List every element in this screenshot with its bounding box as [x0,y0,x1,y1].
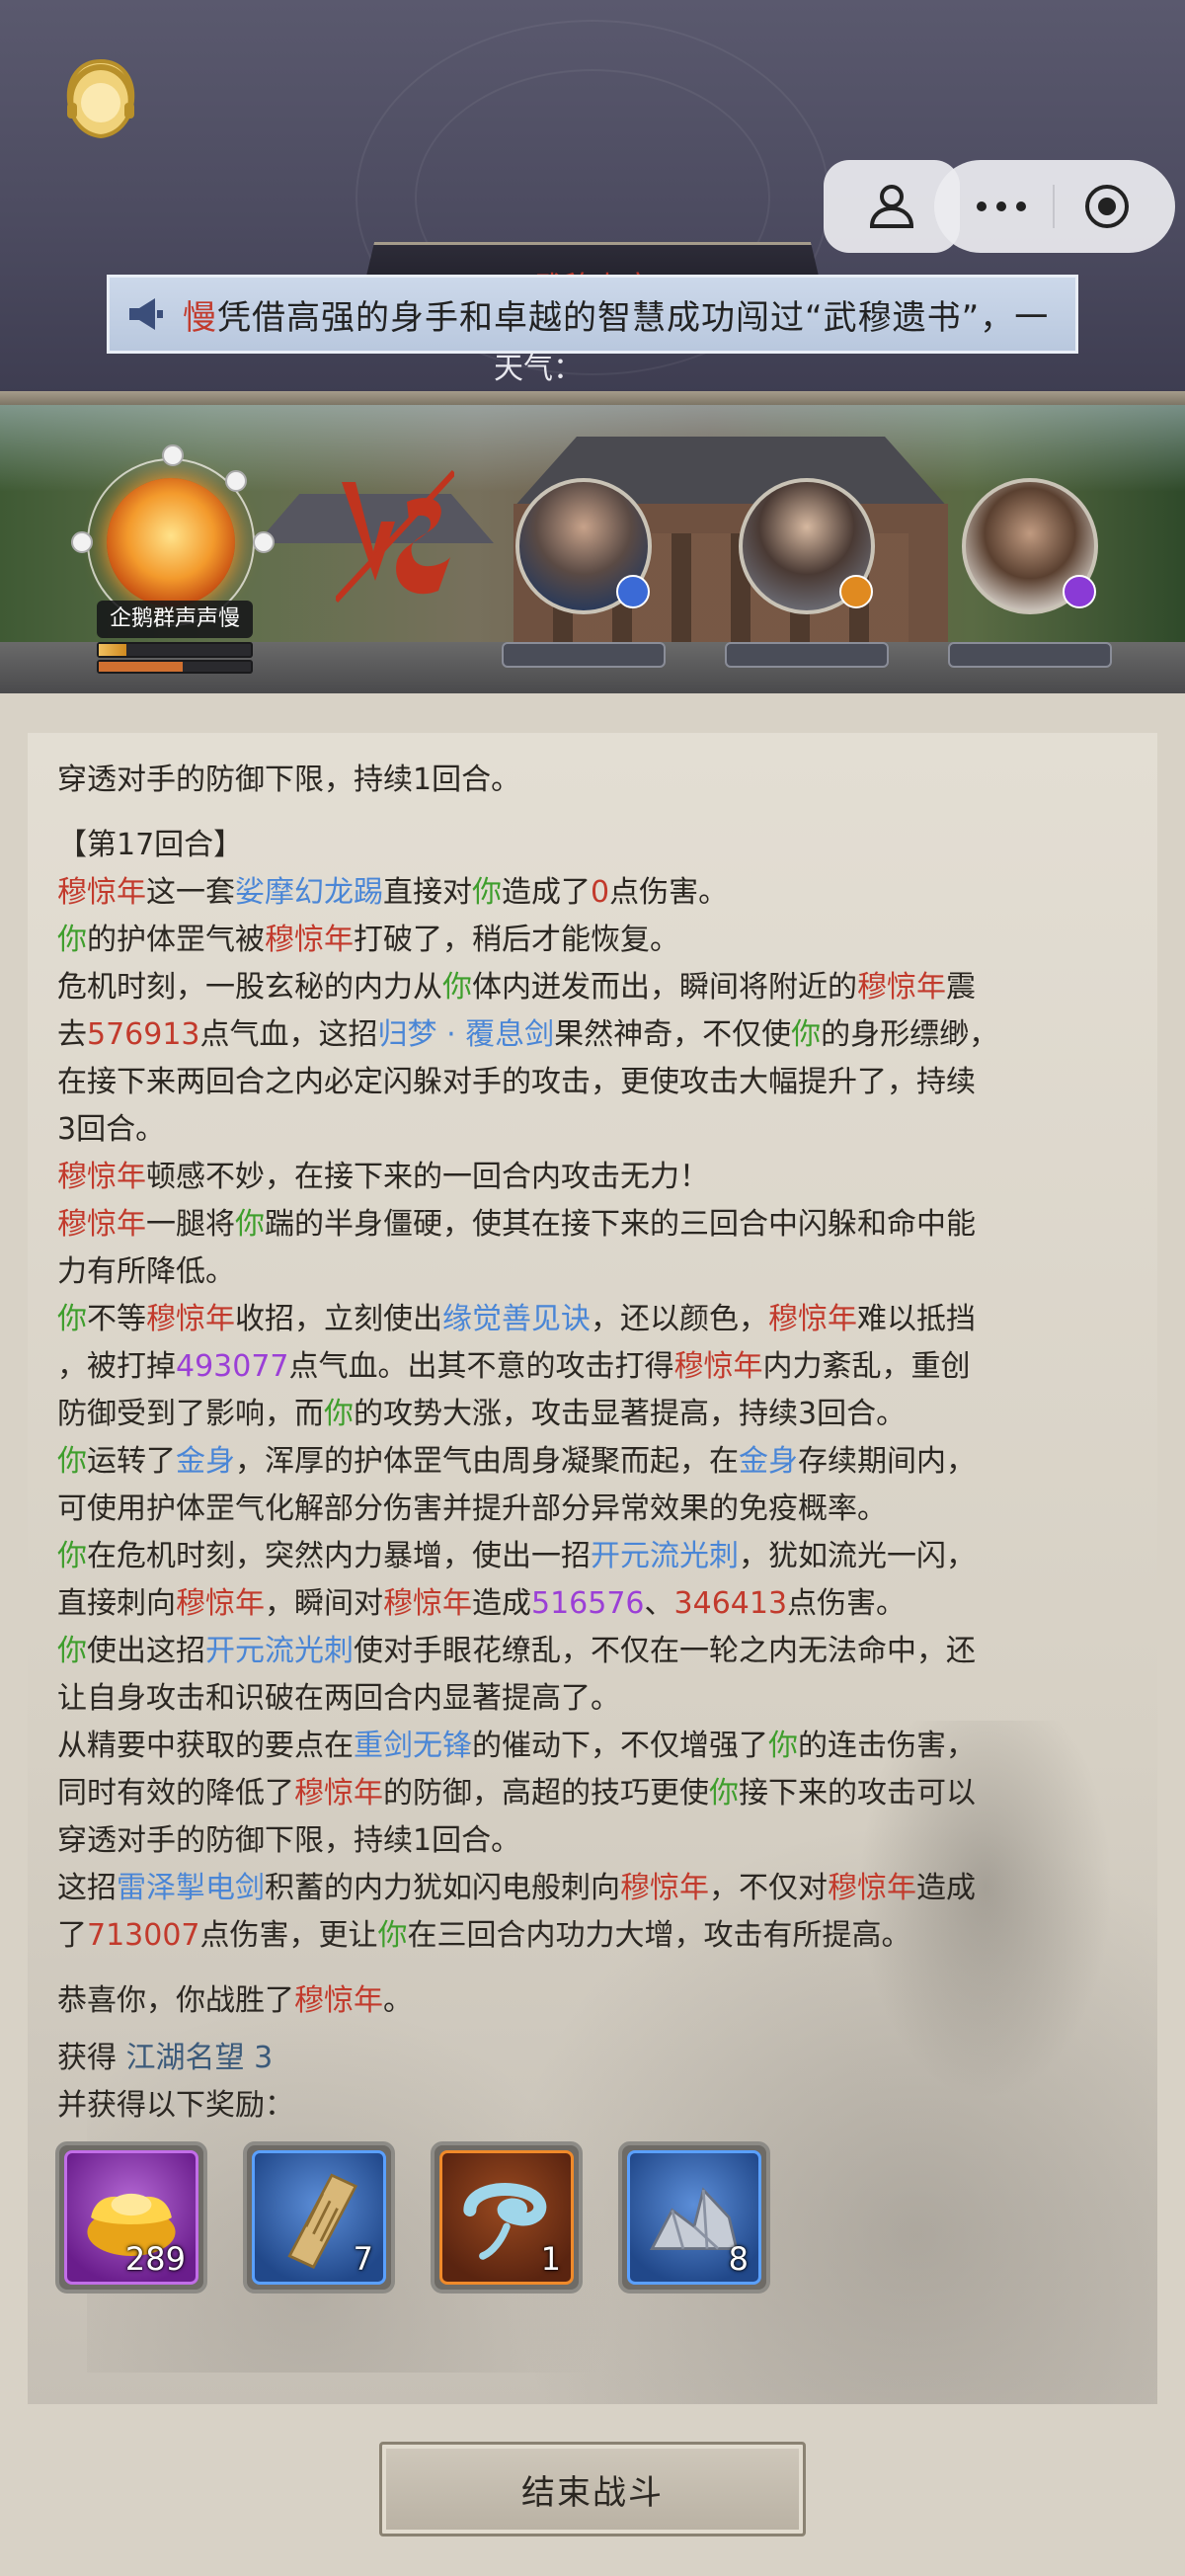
log-line: 这招雷泽掣电剑积蓄的内力犹如闪电般刺向穆惊年，不仅对穆惊年造成 [57,1871,976,1905]
more-icon[interactable] [977,201,1027,211]
player-energy-fill [99,662,183,672]
class-badge-icon [616,575,650,608]
log-line: 穿透对手的防御下限，持续1回合。 [57,763,521,797]
class-badge-icon [839,575,873,608]
log-line: 你的护体罡气被穆惊年打破了，稍后才能恢复。 [57,923,679,957]
enemy-portrait[interactable] [739,478,875,614]
end-battle-button[interactable]: 结束战斗 [379,2442,806,2536]
announcement-text: 慢凭借高强的身手和卓越的智慧成功闯过“武穆遗书”，一 [183,290,1049,339]
buff-dot [71,531,93,553]
log-line: 让自身攻击和识破在两回合内显著提高了。 [57,1681,620,1716]
log-line: 同时有效的降低了穆惊年的防御，高超的技巧更使你接下来的攻击可以 [57,1776,976,1811]
log-line: 你不等穆惊年收招，立刻使出缘觉善见诀，还以颜色，穆惊年难以抵挡 [57,1302,976,1336]
clipped-line [57,733,1144,757]
top-bar: 武穆山庄 慢凭借高强的身手和卓越的智慧成功闯过“武穆遗书”，一 天气： [0,0,1185,405]
reward-count: 8 [728,2240,749,2278]
vs-icon [336,469,454,604]
support-avatar-icon[interactable] [59,57,142,148]
log-line: 直接刺向穆惊年，瞬间对穆惊年造成516576、346413点伤害。 [57,1586,907,1621]
weather-label: 天气： [494,352,583,386]
reward-slot[interactable]: 1 [431,2141,583,2294]
reward-count: 289 [124,2240,186,2278]
buff-dot [225,470,247,492]
log-line: 防御受到了影响，而你的攻势大涨，攻击显著提高，持续3回合。 [57,1397,907,1431]
rewards-heading: 并获得以下奖励： [57,2088,294,2123]
announcement-marquee[interactable]: 慢凭借高强的身手和卓越的智慧成功闯过“武穆遗书”，一 [107,275,1078,354]
enemy-portrait[interactable] [962,478,1098,614]
reward-slot[interactable]: 7 [243,2141,395,2294]
log-line: 穿透对手的防御下限，持续1回合。 [57,1823,521,1858]
battle-scene: 企鹅群声声慢 [0,405,1185,693]
player-hp-fill [99,644,126,656]
capsule-divider [1052,185,1055,228]
log-line: 危机时刻，一股玄秘的内力从你体内迸发而出，瞬间将附近的穆惊年震 [57,970,976,1005]
header-divider [0,391,1185,405]
buff-dot [162,444,184,466]
log-line: 可使用护体罡气化解部分伤害并提升部分异常效果的免疫概率。 [57,1491,887,1526]
miniprogram-capsule [934,160,1175,253]
log-line: 穆惊年这一套娑摩幻龙踢直接对你造成了0点伤害。 [57,875,729,910]
reward-count: 1 [540,2240,561,2278]
megaphone-icon [129,298,163,330]
log-line: 你运转了金身，浑厚的护体罡气由周身凝聚而起，在金身存续期间内， [57,1444,976,1479]
log-line: 穆惊年一腿将你踹的半身僵硬，使其在接下来的三回合中闪躲和命中能 [57,1207,976,1242]
player-name: 企鹅群声声慢 [97,601,253,638]
reputation-gain: 获得 江湖名望 3 [57,2041,274,2075]
log-line: 穆惊年顿感不妙，在接下来的一回合内攻击无力！ [57,1160,709,1194]
log-line: 了713007点伤害，更让你在三回合内功力大增，攻击有所提高。 [57,1918,911,1953]
enemy-hp-bar [502,642,666,668]
buff-dot [253,531,275,553]
victory-line: 恭喜你，你战胜了穆惊年。 [57,1983,413,2018]
log-line: ，被打掉493077点气血。出其不意的攻击打得穆惊年内力紊乱，重创 [57,1349,971,1384]
player-avatar [107,478,235,606]
log-line: 力有所降低。 [57,1254,235,1289]
player-energy-bar [97,660,253,674]
log-line: 你使出这招开元流光刺使对手眼花缭乱，不仅在一轮之内无法命中，还 [57,1634,976,1668]
log-line: 在接下来两回合之内必定闪躲对手的攻击，更使攻击大幅提升了，持续 [57,1065,976,1099]
reward-slot[interactable]: 8 [618,2141,770,2294]
class-badge-icon [1063,575,1096,608]
enemy-hp-bar [725,642,889,668]
log-line: 3回合。 [57,1112,166,1147]
user-icon [869,185,914,228]
reward-slot[interactable]: 289 [55,2141,207,2294]
log-line: 从精要中获取的要点在重剑无锋的催动下，不仅增强了你的连击伤害， [57,1729,976,1763]
round-header: 【第17回合】 [57,828,244,862]
close-target-icon[interactable] [1081,181,1133,232]
enemy-hp-bar [948,642,1112,668]
battle-log-text: 穿透对手的防御下限，持续1回合。 【第17回合】 穆惊年这一套娑摩幻龙踢直接对你… [57,733,1144,2130]
player-hp-bar [97,642,253,658]
enemy-portrait[interactable] [515,478,652,614]
log-line: 你在危机时刻，突然内力暴增，使出一招开元流光刺，犹如流光一闪， [57,1539,976,1573]
reward-list: 289 7 1 8 [55,2141,770,2294]
log-line: 去576913点气血，这招归梦 · 覆息剑果然神奇，不仅使你的身形缥缈， [57,1017,999,1052]
battle-log-panel[interactable]: 穿透对手的防御下限，持续1回合。 【第17回合】 穆惊年这一套娑摩幻龙踢直接对你… [28,733,1157,2404]
reward-count: 7 [353,2240,373,2278]
announcement-player: 慢 [183,297,217,338]
announcement-body: 凭借高强的身手和卓越的智慧成功闯过“武穆遗书”，一 [217,297,1050,338]
